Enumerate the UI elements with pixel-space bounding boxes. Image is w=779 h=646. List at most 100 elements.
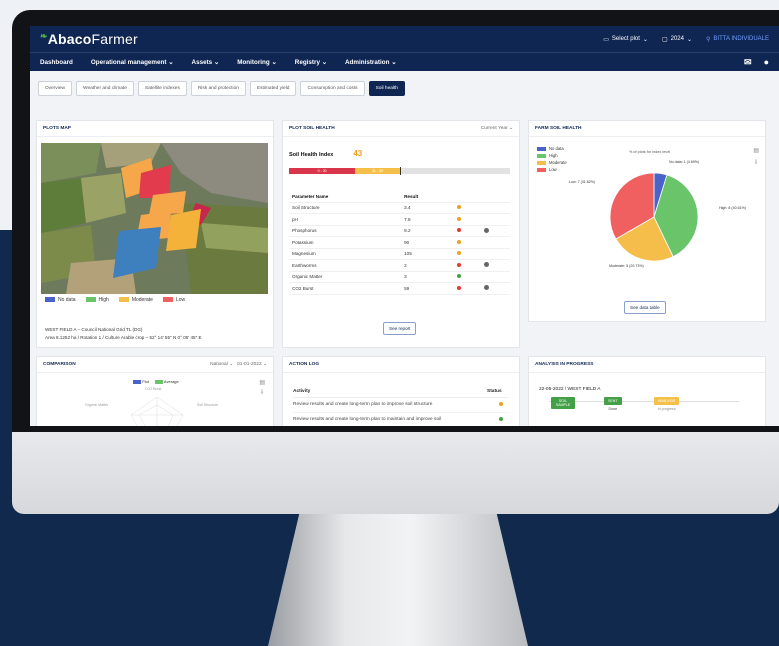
index-label: Soil Health Index xyxy=(289,152,334,158)
nav-administration[interactable]: Administration ⌄ xyxy=(345,59,396,66)
step-badge: SOIL SAMPLE xyxy=(551,397,575,409)
comparison-filters: National ⌄ 01-01-2022 ⌄ xyxy=(210,362,267,367)
legend-swatch xyxy=(133,379,141,384)
tab-bar: Overview Weather and climate Satellite i… xyxy=(30,71,779,104)
select-plot-dropdown[interactable]: ▭ Select plot ⌄ xyxy=(603,36,648,43)
index-value: 43 xyxy=(353,149,363,158)
nav-monitoring[interactable]: Monitoring ⌄ xyxy=(237,59,277,66)
tab-estimated-yield[interactable]: Estimated yield xyxy=(249,81,297,96)
table-row[interactable]: Earthworms 2 xyxy=(289,259,510,272)
card-title: ACTION LOG xyxy=(283,357,519,373)
radar-axis-co2: CO2 Burst xyxy=(145,387,162,391)
card-title: FARM SOIL HEALTH xyxy=(529,121,765,137)
step-status: In progress xyxy=(657,407,676,411)
profile-icon[interactable]: ● xyxy=(764,57,769,68)
step-soil-sample: SOIL SAMPLE xyxy=(551,397,575,409)
step-badge: ANALYSIS xyxy=(654,397,680,405)
see-data-table-button[interactable]: See data table xyxy=(624,301,666,314)
period-dropdown[interactable]: Current Year ⌄ xyxy=(481,126,513,131)
plots-map-card: PLOTS MAP No data High Moderate Low WEST… xyxy=(36,120,274,348)
legend-label: Low xyxy=(175,297,186,303)
nav-assets[interactable]: Assets ⌄ xyxy=(192,59,220,66)
tab-overview[interactable]: Overview xyxy=(38,81,72,96)
mail-icon[interactable]: ✉ xyxy=(744,57,752,68)
user-icon: ⚲ xyxy=(706,36,711,43)
status-dot xyxy=(457,274,462,279)
status-dot xyxy=(457,285,462,290)
table-row[interactable]: Soil Structure 3.4 xyxy=(289,202,510,214)
pie-data-label: Moderate: 5 (20.73%) xyxy=(609,264,644,268)
legend-item-moderate: Moderate xyxy=(118,297,153,303)
app-screen: ❧AbacoFarmer ▭ Select plot ⌄ ▢ 2024 ⌄ ⚲ BITTA… xyxy=(30,26,779,426)
parameter-result: 3 xyxy=(401,271,455,283)
radar-chart xyxy=(130,396,184,426)
info-icon[interactable] xyxy=(483,227,489,233)
tab-weather-and-climate[interactable]: Weather and climate xyxy=(76,81,134,96)
action-header-row: Activity Status xyxy=(293,381,509,398)
legend-item-average: Average xyxy=(155,379,179,384)
table-row[interactable]: CO2 Burst 59 xyxy=(289,282,510,295)
table-row[interactable]: Magnesium 105 xyxy=(289,248,510,260)
parameter-name: Earthworms xyxy=(289,259,402,272)
action-row[interactable]: Review results and create long-term plan… xyxy=(293,398,509,413)
legend-swatch xyxy=(537,146,546,151)
col-activity: Activity xyxy=(293,389,311,394)
map-plot-moderate[interactable] xyxy=(166,209,201,251)
legend-label: Moderate xyxy=(549,160,567,165)
col-result: Result xyxy=(401,191,455,203)
date-dropdown[interactable]: 01-01-2022 ⌄ xyxy=(237,362,267,367)
tab-risk-and-protection[interactable]: Risk and protection xyxy=(190,81,246,96)
nav-right-icons: ✉ ● xyxy=(744,57,769,68)
parameter-name: Soil Structure xyxy=(289,202,402,214)
nav-operational-management[interactable]: Operational management ⌄ xyxy=(91,59,174,66)
pie-data-label: No data: 1 (4.69%) xyxy=(669,160,699,164)
analysis-card: ANALYSIS IN PROGRESS 22-05-2022 / WEST F… xyxy=(528,356,766,426)
status-cell xyxy=(454,236,481,249)
top-controls: ▭ Select plot ⌄ ▢ 2024 ⌄ ⚲ BITTA INDIVIDUALE xyxy=(603,36,769,43)
card-title: PLOT SOIL HEALTH Current Year ⌄ xyxy=(283,121,519,137)
year-dropdown[interactable]: ▢ 2024 ⌄ xyxy=(662,36,692,43)
parameters-table: Parameter Name Result Soil Structure 3.4 … xyxy=(289,191,510,295)
table-row[interactable]: Potassium 90 xyxy=(289,236,510,249)
table-row[interactable]: pH 7.8 xyxy=(289,213,510,226)
legend-label: Average xyxy=(163,379,179,384)
user-menu[interactable]: ⚲ BITTA INDIVIDUALE xyxy=(706,36,769,43)
plots-map[interactable] xyxy=(41,143,268,294)
info-icon[interactable] xyxy=(483,285,489,291)
info-cell xyxy=(480,259,510,272)
download-icon[interactable]: ⇩ xyxy=(259,389,265,396)
pie-data-label: High: 8 (40.61%) xyxy=(719,206,746,210)
info-cell xyxy=(480,202,510,214)
document-icon[interactable]: ▤ xyxy=(753,147,759,154)
action-row[interactable]: Review results and create long-term plan… xyxy=(293,413,509,426)
filter-dropdown[interactable]: National ⌄ xyxy=(210,362,233,367)
user-name: BITTA INDIVIDUALE xyxy=(713,36,769,42)
nav-dashboard[interactable]: Dashboard xyxy=(40,59,73,66)
parameter-name: Magnesium xyxy=(289,248,402,260)
parameter-name: pH xyxy=(289,213,402,226)
document-icon[interactable]: ▤ xyxy=(259,379,265,386)
comparison-card: COMPARISON National ⌄ 01-01-2022 ⌄ Plot A… xyxy=(36,356,274,426)
farm-soil-health-card: FARM SOIL HEALTH No data High Moderate L… xyxy=(528,120,766,322)
info-icon[interactable] xyxy=(483,262,489,268)
tab-satellite-indexes[interactable]: Satellite indexes xyxy=(137,81,187,96)
chevron-down-icon: ⌄ xyxy=(686,36,693,43)
monitor-stand xyxy=(268,514,528,646)
tab-soil-health[interactable]: Soil health xyxy=(368,81,405,96)
table-row[interactable]: Phosphorus 9.2 xyxy=(289,225,510,237)
status-dot xyxy=(457,239,462,244)
table-header-row: Parameter Name Result xyxy=(289,191,510,203)
nav-label: Assets xyxy=(191,58,213,66)
scale-segment-high xyxy=(399,167,510,175)
nav-registry[interactable]: Registry ⌄ xyxy=(295,59,327,66)
legend-item-plot: Plot xyxy=(133,379,149,384)
table-row[interactable]: Organic Matter 3 xyxy=(289,271,510,283)
analysis-plot-date: 22-05-2022 / WEST FIELD A xyxy=(539,387,601,392)
top-bar: ❧AbacoFarmer ▭ Select plot ⌄ ▢ 2024 ⌄ ⚲ BITTA… xyxy=(30,26,779,52)
status-cell xyxy=(454,202,481,214)
app-logo[interactable]: ❧AbacoFarmer xyxy=(40,31,138,47)
see-report-button[interactable]: See report xyxy=(383,322,417,335)
select-plot-label: Select plot xyxy=(611,36,640,42)
status-dot xyxy=(499,402,503,406)
tab-consumption-and-costs[interactable]: Consumption and costs xyxy=(300,81,365,96)
